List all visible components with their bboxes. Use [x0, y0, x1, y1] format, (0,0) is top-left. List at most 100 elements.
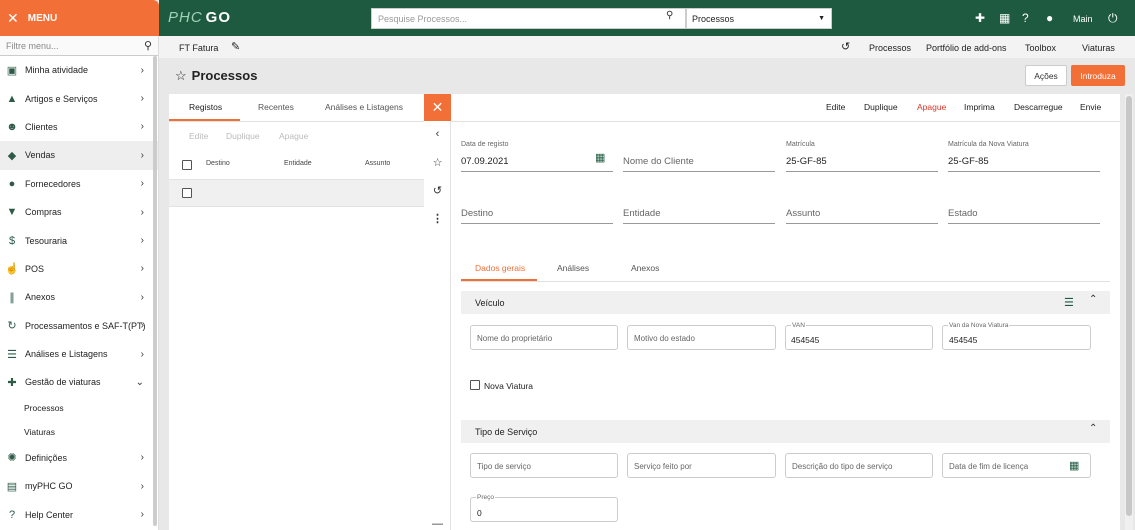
form-delete-button[interactable]: Apague [917, 102, 946, 112]
search-scope-select[interactable]: Processos ▼ [686, 8, 832, 29]
search-icon[interactable]: ⚲ [144, 39, 152, 52]
destino-field[interactable]: Destino [461, 208, 493, 219]
actions-button[interactable]: Ações [1025, 65, 1067, 86]
sidebar-item-document[interactable]: ▤ myPHC GO › [0, 472, 158, 500]
sidebar-item-puzzle[interactable]: ✚ Gestão de viaturas ⌄ [0, 368, 158, 396]
current-document-label[interactable]: FT Fatura [179, 43, 218, 53]
chevron-right-icon: › [140, 64, 144, 76]
calendar-icon[interactable]: ▦ [1069, 459, 1079, 472]
entidade-field[interactable]: Entidade [623, 208, 661, 219]
assunto-field[interactable]: Assunto [786, 208, 820, 219]
favorite-star-icon[interactable]: ☆ [424, 156, 451, 169]
power-icon[interactable]: ⏻ [1108, 11, 1118, 26]
link-portfolio[interactable]: Portfólio de add-ons [926, 43, 1007, 53]
sidebar-subitem[interactable]: Viaturas [0, 420, 158, 444]
column-header-destino[interactable]: Destino [206, 160, 230, 167]
form-send-button[interactable]: Envie [1080, 102, 1101, 112]
sidebar-item-tag[interactable]: ◆ Vendas › [0, 141, 158, 170]
row-checkbox[interactable] [182, 188, 192, 198]
search-input[interactable]: Pesquise Processos... [371, 8, 686, 29]
favorite-star-icon[interactable]: ☆ [175, 68, 187, 83]
new-vehicle-label: Nova Viatura [484, 381, 533, 391]
more-vert-icon[interactable]: ⋮ [424, 212, 451, 225]
history-icon[interactable]: ↺ [424, 184, 451, 197]
sidebar-item-person[interactable]: ● Fornecedores › [0, 170, 158, 198]
client-name-field[interactable]: Nome do Cliente [623, 156, 694, 167]
close-menu-icon[interactable]: ✕ [7, 10, 19, 27]
sidebar-item-label: Clientes [25, 121, 58, 132]
select-all-checkbox[interactable] [182, 160, 192, 170]
new-plate-field[interactable]: 25-GF-85 [948, 156, 989, 167]
sidebar-item-person-board[interactable]: ▣ Minha atividade › [0, 56, 158, 84]
sidebar-item-label: Fornecedores [25, 178, 81, 189]
chevron-right-icon: › [140, 509, 144, 521]
service-type-placeholder: Tipo de serviço [477, 462, 531, 471]
service-by-placeholder: Serviço feito por [634, 462, 692, 471]
menu-header[interactable]: ✕ MENU [0, 0, 159, 36]
link-toolbox[interactable]: Toolbox [1025, 43, 1056, 53]
sidebar-item-gear[interactable]: ✺ Definições › [0, 444, 158, 472]
form-edit-button[interactable]: Edite [826, 102, 845, 112]
column-header-assunto[interactable]: Assunto [365, 160, 390, 167]
chevron-left-icon[interactable]: ‹ [424, 128, 451, 140]
date-field-value[interactable]: 07.09.2021 [461, 156, 509, 167]
sidebar-item-paperclip[interactable]: ∥ Anexos › [0, 283, 158, 311]
sidebar-item-basket[interactable]: ▼ Compras › [0, 198, 158, 226]
sidebar-item-touch[interactable]: ☝ POS › [0, 255, 158, 283]
sidebar-item-dollar[interactable]: $ Tesouraria › [0, 226, 158, 254]
sidebar-item-people[interactable]: ☻ Clientes › [0, 113, 158, 141]
table-row[interactable] [169, 179, 424, 207]
calendar-icon[interactable]: ▦ [595, 151, 605, 164]
search-icon[interactable]: ⚲ [666, 10, 673, 21]
user-menu-label[interactable]: Main [1073, 14, 1093, 24]
help-icon[interactable]: ? [1022, 11, 1029, 25]
list-duplicate-button[interactable]: Duplique [226, 131, 260, 141]
chevron-up-icon[interactable]: ⌃ [1089, 423, 1097, 434]
link-viaturas[interactable]: Viaturas [1082, 43, 1115, 53]
tab-dados-gerais[interactable]: Dados gerais [475, 263, 525, 273]
sidebar-item-list[interactable]: ☰ Análises e Listagens › [0, 340, 158, 368]
document-icon: ▤ [6, 480, 18, 493]
sidebar-item-label: Definições [25, 452, 68, 463]
puzzle-icon[interactable]: ✚ [975, 11, 985, 25]
tab-analises[interactable]: Análises [557, 263, 589, 273]
tab-analises-listagens[interactable]: Análises e Listagens [325, 102, 403, 112]
estado-field[interactable]: Estado [948, 208, 978, 219]
form-duplicate-button[interactable]: Duplique [864, 102, 898, 112]
close-panel-button[interactable]: ✕ [424, 94, 451, 121]
list-edit-button[interactable]: Edite [189, 131, 208, 141]
column-header-entidade[interactable]: Entidade [284, 160, 312, 167]
tab-registos[interactable]: Registos [189, 102, 222, 112]
section-header-veiculo[interactable]: Veículo [461, 291, 1110, 314]
link-processos[interactable]: Processos [869, 43, 911, 53]
form-print-button[interactable]: Imprima [964, 102, 995, 112]
edit-pencil-icon[interactable]: ✎ [231, 40, 240, 53]
new-vehicle-checkbox[interactable] [470, 380, 480, 390]
calendar-icon[interactable]: ▦ [999, 11, 1010, 25]
tab-recentes[interactable]: Recentes [258, 102, 294, 112]
sidebar-scrollbar[interactable] [153, 56, 157, 526]
history-icon[interactable]: ↺ [841, 40, 850, 53]
field-label-matricula-nova: Matrícula da Nova Viatura [948, 141, 1029, 148]
app-logo[interactable]: PHC GO [168, 9, 231, 26]
field-underline [623, 223, 775, 224]
sidebar-item-sync[interactable]: ↻ Processamentos e SAF-T(PT) › [0, 312, 158, 340]
menu-lines-icon[interactable]: — [424, 518, 451, 530]
section-title: Tipo de Serviço [475, 426, 538, 437]
sidebar-subitem[interactable]: Processos [0, 397, 158, 421]
list-delete-button[interactable]: Apague [279, 131, 308, 141]
scrollbar-thumb[interactable] [1126, 96, 1132, 516]
tab-anexos[interactable]: Anexos [631, 263, 659, 273]
chevron-up-icon[interactable]: ⌃ [1089, 294, 1097, 305]
section-header-tipo-servico[interactable]: Tipo de Serviço [461, 420, 1110, 443]
main-scrollbar[interactable] [1125, 94, 1133, 530]
form-download-button[interactable]: Descarregue [1014, 102, 1063, 112]
plate-field[interactable]: 25-GF-85 [786, 156, 827, 167]
sidebar-item-shapes[interactable]: ▲ Artigos e Serviços › [0, 84, 158, 112]
list-order-icon[interactable]: ☰ [1064, 296, 1074, 309]
sidebar-item-help[interactable]: ? Help Center › [0, 500, 158, 528]
user-icon[interactable]: ● [1046, 11, 1053, 25]
price-value: 0 [477, 508, 482, 518]
filter-menu-input[interactable]: Filtre menu... ⚲ [0, 36, 158, 56]
introduce-button[interactable]: Introduza [1071, 65, 1125, 86]
